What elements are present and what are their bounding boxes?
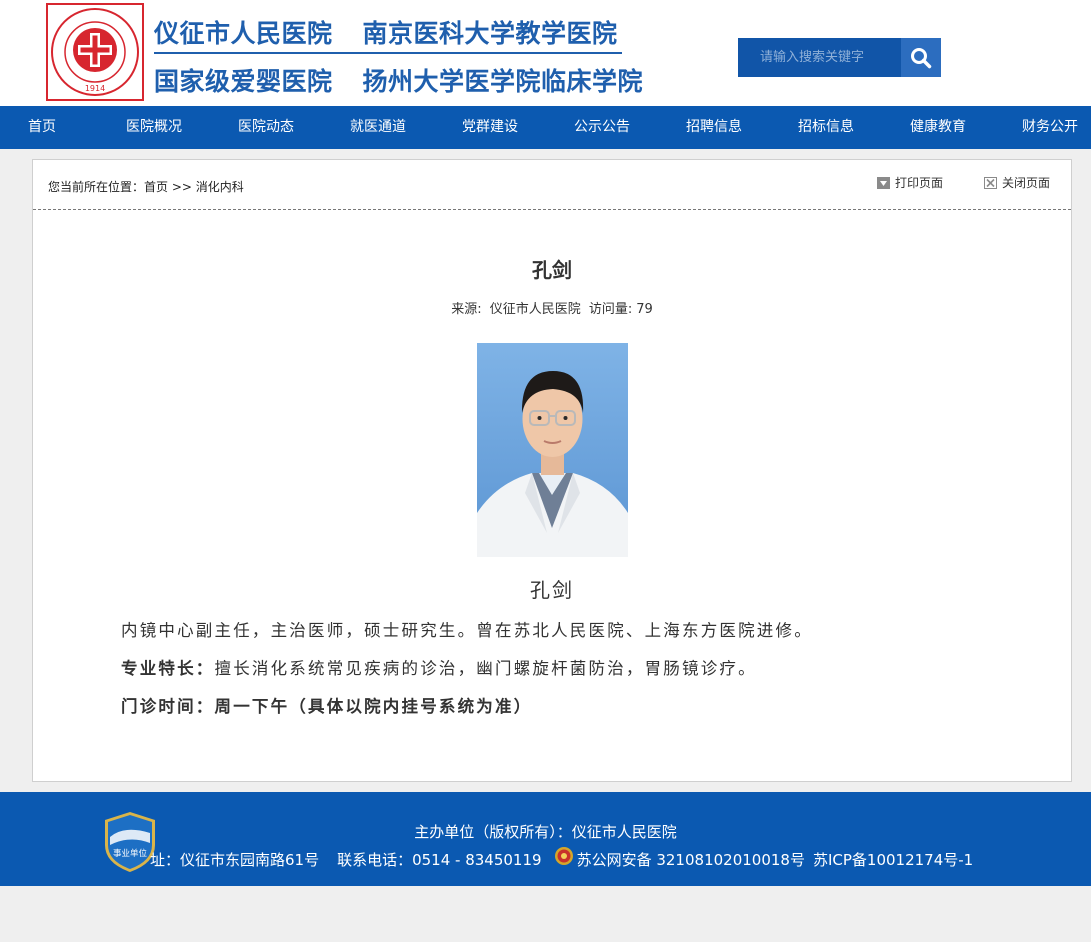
print-page-label: 打印页面	[895, 176, 944, 190]
article-container: 您当前所在位置：首页 >> 消化内科 打印页面 关闭页面 孔剑 来源: 仪征市人…	[32, 159, 1072, 782]
hospital-name: 仪征市人民医院	[154, 19, 333, 48]
search-box	[738, 38, 941, 77]
clinical-college-label: 扬州大学医学院临床学院	[362, 67, 644, 96]
visits-label: 访问量:	[588, 302, 633, 317]
close-icon	[984, 176, 997, 189]
nav-item-news[interactable]: 医院动态	[238, 106, 294, 149]
doctor-specialty: 专业特长：擅长消化系统常见疾病的诊治，幽门螺旋杆菌防治，胃肠镜诊疗。	[121, 655, 757, 679]
print-page-button[interactable]: 打印页面	[877, 174, 943, 191]
site-header: 1914 仪征市人民医院 南京医科大学教学医院 国家级爱婴医院 扬州大学医学院临床学…	[0, 0, 1091, 106]
header-title-line-1: 仪征市人民医院 南京医科大学教学医院	[154, 14, 618, 50]
source-label: 来源:	[451, 302, 482, 317]
close-page-button[interactable]: 关闭页面	[984, 174, 1050, 191]
baby-friendly-label: 国家级爱婴医院	[154, 67, 333, 96]
nav-item-notices[interactable]: 公示公告	[574, 106, 630, 149]
nav-item-visit-guide[interactable]: 就医通道	[350, 106, 406, 149]
doctor-name: 孔剑	[530, 578, 574, 602]
nav-item-home[interactable]: 首页	[28, 106, 56, 149]
footer-phone: 联系电话：0514 - 83450119	[337, 851, 542, 869]
badge-text: 事业单位	[113, 848, 148, 859]
specialty-value: 擅长消化系统常见疾病的诊治，幽门螺旋杆菌防治，胃肠镜诊疗。	[214, 659, 757, 678]
print-icon	[877, 176, 890, 189]
logo-year: 1914	[85, 84, 105, 93]
footer-contact-line: 址：仪征市东园南路61号 联系电话：0514 - 83450119 苏公网安备 …	[150, 846, 973, 870]
search-input[interactable]	[738, 38, 900, 77]
main-nav: 首页 医院概况 医院动态 就医通道 党群建设 公示公告 招聘信息 招标信息 健康…	[0, 106, 1091, 149]
footer-icp-record[interactable]: 苏ICP备10012174号-1	[813, 849, 973, 870]
hospital-logo[interactable]: 1914	[46, 3, 144, 101]
police-emblem-icon[interactable]	[554, 846, 574, 866]
breadcrumb-prefix: 您当前所在位置：	[48, 180, 145, 194]
header-title-line-2: 国家级爱婴医院 扬州大学医学院临床学院	[154, 62, 643, 98]
nav-item-finance[interactable]: 财务公开	[1022, 106, 1078, 149]
clinic-hours: 门诊时间：周一下午（具体以院内挂号系统为准）	[121, 693, 532, 717]
search-button[interactable]	[901, 38, 941, 77]
article-title: 孔剑	[532, 258, 572, 282]
breadcrumb-current-link[interactable]: 消化内科	[196, 180, 244, 194]
source-value: 仪征市人民医院	[489, 302, 581, 317]
article-meta: 来源: 仪征市人民医院 访问量: 79	[33, 298, 1071, 317]
visits-value: 79	[636, 302, 653, 317]
title-divider	[154, 52, 622, 54]
nav-item-jobs[interactable]: 招聘信息	[686, 106, 742, 149]
breadcrumb-bar: 您当前所在位置：首页 >> 消化内科 打印页面 关闭页面	[33, 160, 1071, 210]
breadcrumb-separator: >>	[171, 180, 192, 194]
nav-item-party[interactable]: 党群建设	[462, 106, 518, 149]
close-page-label: 关闭页面	[1002, 176, 1051, 190]
nav-item-overview[interactable]: 医院概况	[126, 106, 182, 149]
footer-address: 址：仪征市东园南路61号	[150, 851, 320, 869]
footer-police-record[interactable]: 苏公网安备 32108102010018号	[577, 849, 805, 870]
doctor-intro: 内镜中心副主任，主治医师，硕士研究生。曾在苏北人民医院、上海东方医院进修。	[121, 621, 813, 640]
breadcrumb: 您当前所在位置：首页 >> 消化内科	[48, 178, 244, 195]
doctor-photo	[477, 343, 628, 557]
teaching-hospital-label: 南京医科大学教学医院	[362, 19, 618, 48]
breadcrumb-home-link[interactable]: 首页	[144, 180, 168, 194]
footer-sponsor: 主办单位（版权所有）：仪征市人民医院	[414, 823, 677, 841]
site-footer: 事业单位 主办单位（版权所有）：仪征市人民医院 址：仪征市东园南路61号 联系电…	[0, 792, 1091, 886]
hospital-logo-emblem-icon: 1914	[51, 8, 139, 96]
specialty-label: 专业特长：	[121, 659, 215, 678]
nav-item-tenders[interactable]: 招标信息	[798, 106, 854, 149]
search-icon	[911, 47, 932, 68]
nav-item-health-edu[interactable]: 健康教育	[910, 106, 966, 149]
doctor-portrait-image	[477, 371, 628, 557]
clinic-hours-text: 门诊时间：周一下午（具体以院内挂号系统为准）	[121, 697, 533, 716]
